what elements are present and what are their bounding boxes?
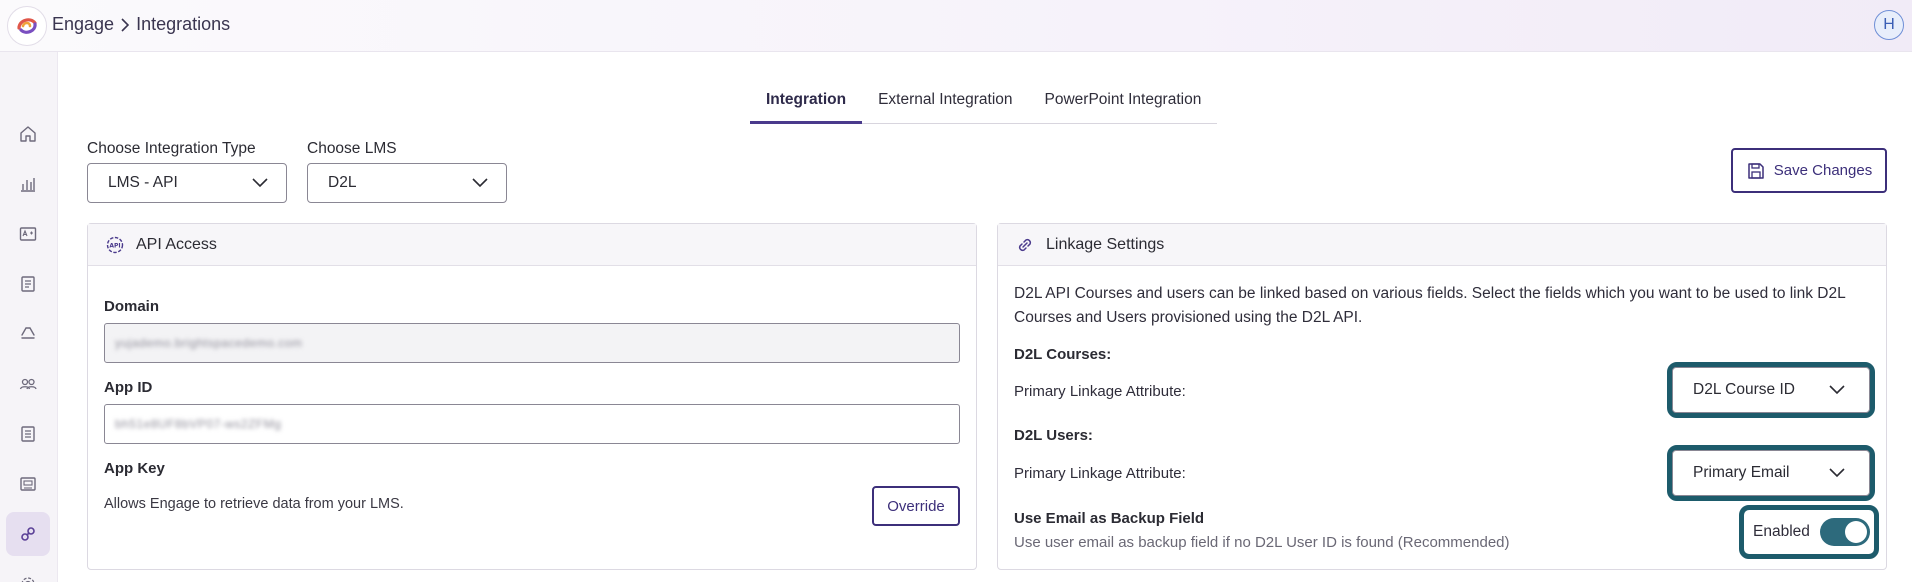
d2l-courses-heading: D2L Courses:: [1014, 346, 1112, 363]
settings-icon: [21, 577, 35, 582]
api-access-title: API Access: [136, 235, 217, 253]
override-button[interactable]: Override: [872, 486, 960, 526]
courses-attribute-value: D2L Course ID: [1693, 381, 1795, 398]
chevron-down-icon: [252, 178, 268, 188]
list-icon: [21, 426, 35, 442]
backup-toggle-label: Enabled: [1753, 523, 1810, 540]
sidebar-item-recycle[interactable]: [6, 312, 50, 356]
backup-field-heading: Use Email as Backup Field: [1014, 510, 1205, 527]
sidebar-item-integrations[interactable]: [6, 512, 50, 556]
bar-chart-icon: [21, 178, 35, 192]
integration-tabs: Integration External Integration PowerPo…: [750, 84, 1218, 124]
chevron-right-icon: [118, 16, 132, 34]
app-key-description: Allows Engage to retrieve data from your…: [104, 496, 404, 512]
users-attribute-value: Primary Email: [1693, 464, 1790, 481]
app-key-label: App Key: [104, 460, 165, 477]
tab-external-integration[interactable]: External Integration: [862, 84, 1028, 124]
id-card-icon: [20, 477, 36, 491]
floppy-disk-icon: [1748, 162, 1764, 179]
linkage-settings-title: Linkage Settings: [1046, 235, 1165, 253]
sidebar-item-analytics[interactable]: [6, 162, 50, 206]
chevron-down-icon: [472, 178, 488, 188]
document-icon: [21, 276, 35, 292]
integration-type-value: LMS - API: [108, 174, 178, 191]
integrations-icon: [21, 527, 35, 541]
api-access-header: API API Access: [88, 224, 976, 266]
api-access-panel: API API Access: [87, 223, 977, 570]
users-icon: [19, 378, 37, 390]
domain-field: yujademo.brightspacedemo.com: [104, 323, 960, 363]
tab-powerpoint-integration[interactable]: PowerPoint Integration: [1029, 84, 1218, 124]
backup-field-toggle[interactable]: [1819, 518, 1870, 546]
courses-attribute-select[interactable]: D2L Course ID: [1672, 367, 1870, 413]
toggle-knob: [1844, 521, 1867, 543]
home-icon: [20, 126, 36, 142]
sidebar-item-directory[interactable]: [6, 462, 50, 506]
courses-attribute-label: Primary Linkage Attribute:: [1014, 383, 1186, 400]
integration-type-label: Choose Integration Type: [87, 140, 256, 157]
app-id-label: App ID: [104, 379, 153, 396]
grade-card-icon: [19, 227, 37, 241]
sidebar-item-list[interactable]: [6, 412, 50, 456]
backup-field-description: Use user email as backup field if no D2L…: [1014, 534, 1510, 551]
lms-select[interactable]: D2L: [307, 163, 507, 203]
d2l-users-heading: D2L Users:: [1014, 427, 1093, 444]
chevron-down-icon: [1829, 468, 1845, 478]
svg-text:API: API: [109, 242, 120, 249]
breadcrumb-root[interactable]: Engage: [52, 14, 114, 35]
sidebar-item-home[interactable]: [6, 112, 50, 156]
app-logo[interactable]: [7, 6, 47, 46]
lms-label: Choose LMS: [307, 140, 397, 157]
user-avatar[interactable]: H: [1874, 10, 1904, 40]
linkage-settings-header: Linkage Settings: [998, 224, 1886, 266]
domain-label: Domain: [104, 298, 160, 315]
engage-logo-icon: [17, 18, 37, 34]
lms-value: D2L: [328, 174, 357, 191]
linkage-description: D2L API Courses and users can be linked …: [1014, 285, 1846, 326]
app-id-value: bh51e8UF8bVP07-ws2ZFMg: [115, 417, 282, 431]
users-attribute-select[interactable]: Primary Email: [1672, 450, 1870, 496]
tab-integration[interactable]: Integration: [750, 84, 863, 124]
backup-toggle-group: Enabled: [1744, 510, 1874, 554]
api-gear-icon: API: [106, 236, 124, 253]
users-attribute-label: Primary Linkage Attribute:: [1014, 465, 1186, 482]
sidebar-item-grades[interactable]: [6, 212, 50, 256]
save-changes-button[interactable]: Save Changes: [1731, 148, 1887, 193]
sidebar: [0, 52, 58, 582]
integration-type-select[interactable]: LMS - API: [87, 163, 287, 203]
save-changes-label: Save Changes: [1773, 162, 1873, 179]
sidebar-item-users[interactable]: [6, 362, 50, 406]
link-icon: [1018, 238, 1032, 251]
recycle-icon: [21, 327, 35, 339]
app-id-field[interactable]: bh51e8UF8bVP07-ws2ZFMg: [104, 404, 960, 444]
chevron-down-icon: [1829, 385, 1845, 395]
breadcrumb: Engage Integrations: [52, 14, 230, 35]
sidebar-item-documents[interactable]: [6, 262, 50, 306]
breadcrumb-current: Integrations: [136, 14, 231, 34]
sidebar-item-settings[interactable]: [6, 562, 50, 582]
top-bar: Engage Integrations H: [0, 0, 1912, 52]
domain-value: yujademo.brightspacedemo.com: [115, 336, 303, 350]
